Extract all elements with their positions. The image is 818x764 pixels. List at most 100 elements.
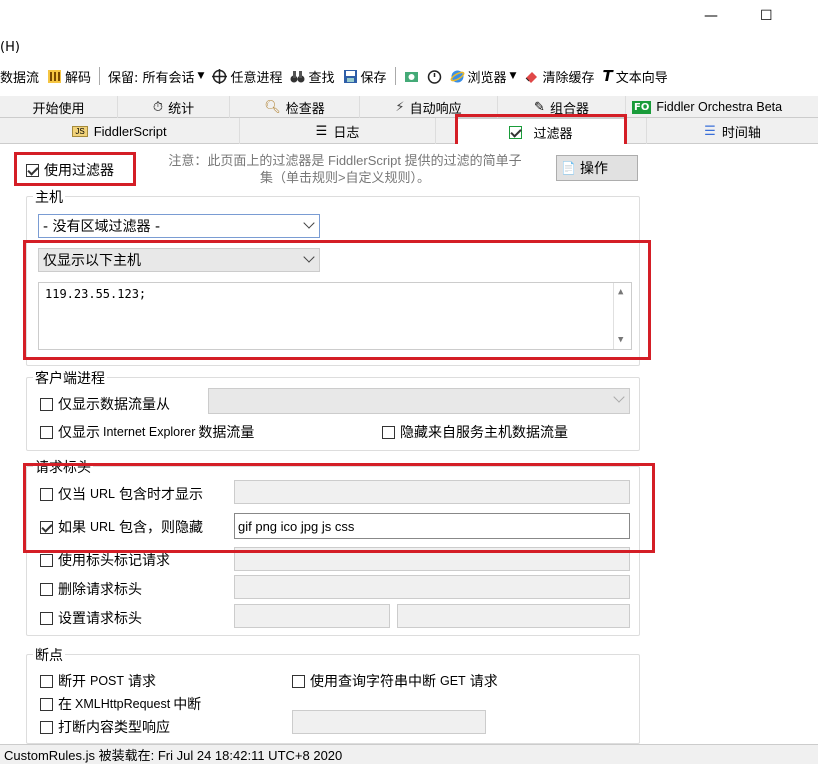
break-xhr-mid: XMLHttpRequest xyxy=(75,697,171,711)
break-get-query-checkbox[interactable]: 使用查询字符串中断 GET 请求 xyxy=(292,671,498,691)
break-content-type-label: 打断内容类型响应 xyxy=(58,720,170,736)
any-process-button[interactable]: 任意进程 xyxy=(208,67,286,86)
actions-button[interactable]: 📄 操作 xyxy=(556,155,638,181)
hosts-group-label: 主机 xyxy=(33,187,65,207)
zone-filter-select[interactable]: - 没有区域过滤器 - xyxy=(38,214,320,238)
log-icon: ☰ xyxy=(315,123,328,139)
tab-fiddlerscript[interactable]: JS FiddlerScript xyxy=(0,118,240,144)
find-label: 查找 xyxy=(308,70,335,86)
screenshot-button[interactable] xyxy=(400,69,423,84)
break-get-mid: GET xyxy=(440,674,466,688)
checkbox-icon xyxy=(40,425,53,439)
process-select[interactable] xyxy=(208,388,630,414)
break-get-prefix: 使用查询字符串中断 xyxy=(310,674,436,690)
status-bar: CustomRules.js 被装载在: Fri Jul 24 18:42:11… xyxy=(0,744,818,764)
show-if-url-input[interactable] xyxy=(234,480,630,504)
break-post-checkbox[interactable]: 断开 POST 请求 xyxy=(40,671,156,691)
text-wizard-button[interactable]: T 文本向导 xyxy=(598,67,671,86)
hide-url-value: gif png ico jpg js css xyxy=(238,518,355,534)
use-filters-label: 使用过滤器 xyxy=(44,163,114,179)
show-only-ie-checkbox[interactable]: 仅显示 Internet Explorer 数据流量 xyxy=(40,422,254,442)
timer-button[interactable] xyxy=(423,69,446,84)
tab-label: 开始使用 xyxy=(32,101,85,117)
decode-icon xyxy=(48,69,62,83)
set-header-name-input[interactable] xyxy=(234,604,390,628)
save-icon xyxy=(343,69,357,83)
clear-cache-button[interactable]: 清除缓存 xyxy=(520,67,598,86)
flag-requests-checkbox[interactable]: 使用标头标记请求 xyxy=(40,550,170,570)
find-button[interactable]: 查找 xyxy=(286,67,338,86)
tab-inspectors[interactable]: 🔍︎ 检查器 xyxy=(230,96,360,118)
checkbox-icon xyxy=(26,163,39,177)
maximize-button[interactable]: ☐ xyxy=(760,8,773,24)
tab-label: 统计 xyxy=(168,101,195,117)
request-headers-group-label: 请求标头 xyxy=(33,457,93,477)
timeline-icon: ☰ xyxy=(704,123,716,139)
fo-icon: FO xyxy=(632,100,652,114)
chevron-down-icon: ▼ xyxy=(197,71,205,81)
filters-check-icon xyxy=(509,125,523,139)
show-only-traffic-from-label: 仅显示数据流量从 xyxy=(58,397,170,413)
inspector-tabs: 开始使用 ⏱ 统计 🔍︎ 检查器 ⚡︎ 自动响应 ✎ 组合器 FO Fiddler Or… xyxy=(0,96,818,118)
menu-help[interactable]: (H) xyxy=(0,40,20,55)
hide-if-url-contains-checkbox[interactable]: 如果 URL 包含，则隐藏 xyxy=(40,517,203,537)
hide-if-url-mid: URL xyxy=(90,520,116,534)
tab-fiddler-orchestra[interactable]: FO Fiddler Orchestra Beta xyxy=(626,96,818,118)
host-mode-select[interactable]: 仅显示以下主机 xyxy=(38,248,320,272)
decode-button[interactable]: 解码 xyxy=(43,67,95,86)
show-only-ie-prefix: 仅显示 xyxy=(58,425,100,441)
hide-if-url-input[interactable]: gif png ico jpg js css xyxy=(234,513,630,539)
content-type-input[interactable] xyxy=(292,710,486,734)
decode-label: 解码 xyxy=(65,70,92,86)
keep-sessions-label: 保留: 所有会话 xyxy=(108,70,195,86)
tab-composer[interactable]: ✎ 组合器 xyxy=(498,96,626,118)
set-header-checkbox[interactable]: 设置请求标头 xyxy=(40,608,142,628)
host-list-value: 119.23.55.123; xyxy=(45,287,147,301)
show-if-url-contains-checkbox[interactable]: 仅当 URL 包含时才显示 xyxy=(40,484,203,504)
tab-statistics[interactable]: ⏱ 统计 xyxy=(118,96,230,118)
keep-sessions-dropdown[interactable]: 保留: 所有会话 ▼ xyxy=(104,67,208,86)
checkbox-icon xyxy=(40,397,53,411)
save-button[interactable]: 保存 xyxy=(339,67,391,86)
tab-log[interactable]: ☰ 日志 xyxy=(240,118,436,144)
tab-label: 日志 xyxy=(333,125,360,141)
delete-header-input[interactable] xyxy=(234,575,630,599)
camera-icon xyxy=(404,71,418,82)
ie-icon xyxy=(450,70,464,82)
show-if-url-prefix: 仅当 xyxy=(58,487,86,503)
show-only-ie-suffix: 数据流量 xyxy=(198,425,255,441)
break-post-prefix: 断开 xyxy=(58,674,86,690)
filters-notice: 注意：此页面上的过滤器是 FiddlerScript 提供的过滤的简单子 集（单… xyxy=(140,152,550,186)
text-wizard-label: 文本向导 xyxy=(615,70,668,86)
checkbox-icon xyxy=(40,697,53,711)
tab-filters[interactable]: 过滤器 xyxy=(456,118,626,145)
delete-header-checkbox[interactable]: 删除请求标头 xyxy=(40,579,142,599)
host-list-textarea[interactable]: 119.23.55.123; ▲ ▼ xyxy=(38,282,632,350)
binoculars-icon xyxy=(290,70,305,82)
use-filters-checkbox[interactable]: 使用过滤器 xyxy=(26,160,114,180)
hide-service-host-checkbox[interactable]: 隐藏来自服务主机数据流量 xyxy=(382,422,568,442)
checkbox-icon xyxy=(40,553,53,567)
hide-service-host-label: 隐藏来自服务主机数据流量 xyxy=(400,425,568,441)
break-xhr-checkbox[interactable]: 在 XMLHttpRequest 中断 xyxy=(40,694,201,714)
any-process-label: 任意进程 xyxy=(230,70,283,86)
scroll-up-icon: ▲ xyxy=(618,287,624,297)
show-only-traffic-from-checkbox[interactable]: 仅显示数据流量从 xyxy=(40,394,170,414)
flag-requests-input[interactable] xyxy=(234,547,630,571)
stream-button[interactable]: 数据流 xyxy=(0,67,43,86)
checkbox-icon xyxy=(40,720,53,734)
minimize-button[interactable]: — xyxy=(704,8,718,24)
stopwatch-icon: ⏱ xyxy=(152,99,164,115)
break-xhr-prefix: 在 xyxy=(58,697,72,713)
tab-autoresponder[interactable]: ⚡︎ 自动响应 xyxy=(360,96,498,118)
checkbox-icon xyxy=(40,611,53,625)
tab-timeline[interactable]: ☰ 时间轴 xyxy=(646,118,818,144)
compose-icon: ✎ xyxy=(534,99,545,115)
tab-get-started[interactable]: 开始使用 xyxy=(0,96,118,118)
break-get-suffix: 请求 xyxy=(469,674,498,690)
host-list-scrollbar[interactable]: ▲ ▼ xyxy=(613,283,631,349)
break-content-type-checkbox[interactable]: 打断内容类型响应 xyxy=(40,717,170,737)
set-header-value-input[interactable] xyxy=(397,604,630,628)
browse-button[interactable]: 浏览器 ▼ xyxy=(446,67,521,86)
zone-filter-value: - 没有区域过滤器 - xyxy=(43,219,161,235)
